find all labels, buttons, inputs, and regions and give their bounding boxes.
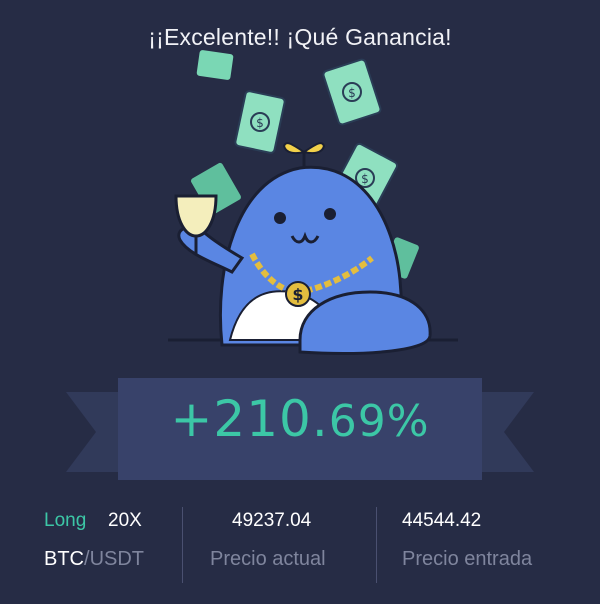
direction-label: Long	[44, 510, 87, 531]
leverage-label: 20X	[108, 510, 142, 531]
entry-price-value: 44544.42	[402, 510, 482, 531]
divider	[182, 507, 183, 583]
mascot-illustration: $ $ $ $	[168, 50, 458, 355]
divider	[376, 507, 377, 583]
pair-quote: USDT	[89, 548, 145, 570]
pnl-decimals: 69%	[328, 396, 430, 447]
svg-text:$: $	[348, 86, 356, 100]
entry-price-label: Precio entrada	[402, 548, 533, 570]
svg-text:$: $	[256, 116, 264, 130]
dollar-bill-icon: $	[322, 58, 382, 126]
current-price-label: Precio actual	[210, 548, 326, 570]
svg-text:$: $	[292, 285, 303, 304]
pair-base: BTC	[44, 548, 84, 570]
pair-label: BTC/USDT	[44, 548, 144, 571]
current-price-value: 49237.04	[232, 510, 312, 531]
share-card: ¡¡Excelente!! ¡Qué Ganancia! $ $ $ $ +21…	[0, 0, 600, 604]
pnl-main: +210.	[170, 390, 329, 448]
svg-text:$: $	[361, 172, 369, 186]
sprout-icon	[282, 142, 326, 168]
dollar-bill-icon: $	[234, 90, 286, 154]
dollar-bill-icon	[196, 50, 234, 80]
pnl-percentage: +210.69%	[0, 390, 600, 448]
